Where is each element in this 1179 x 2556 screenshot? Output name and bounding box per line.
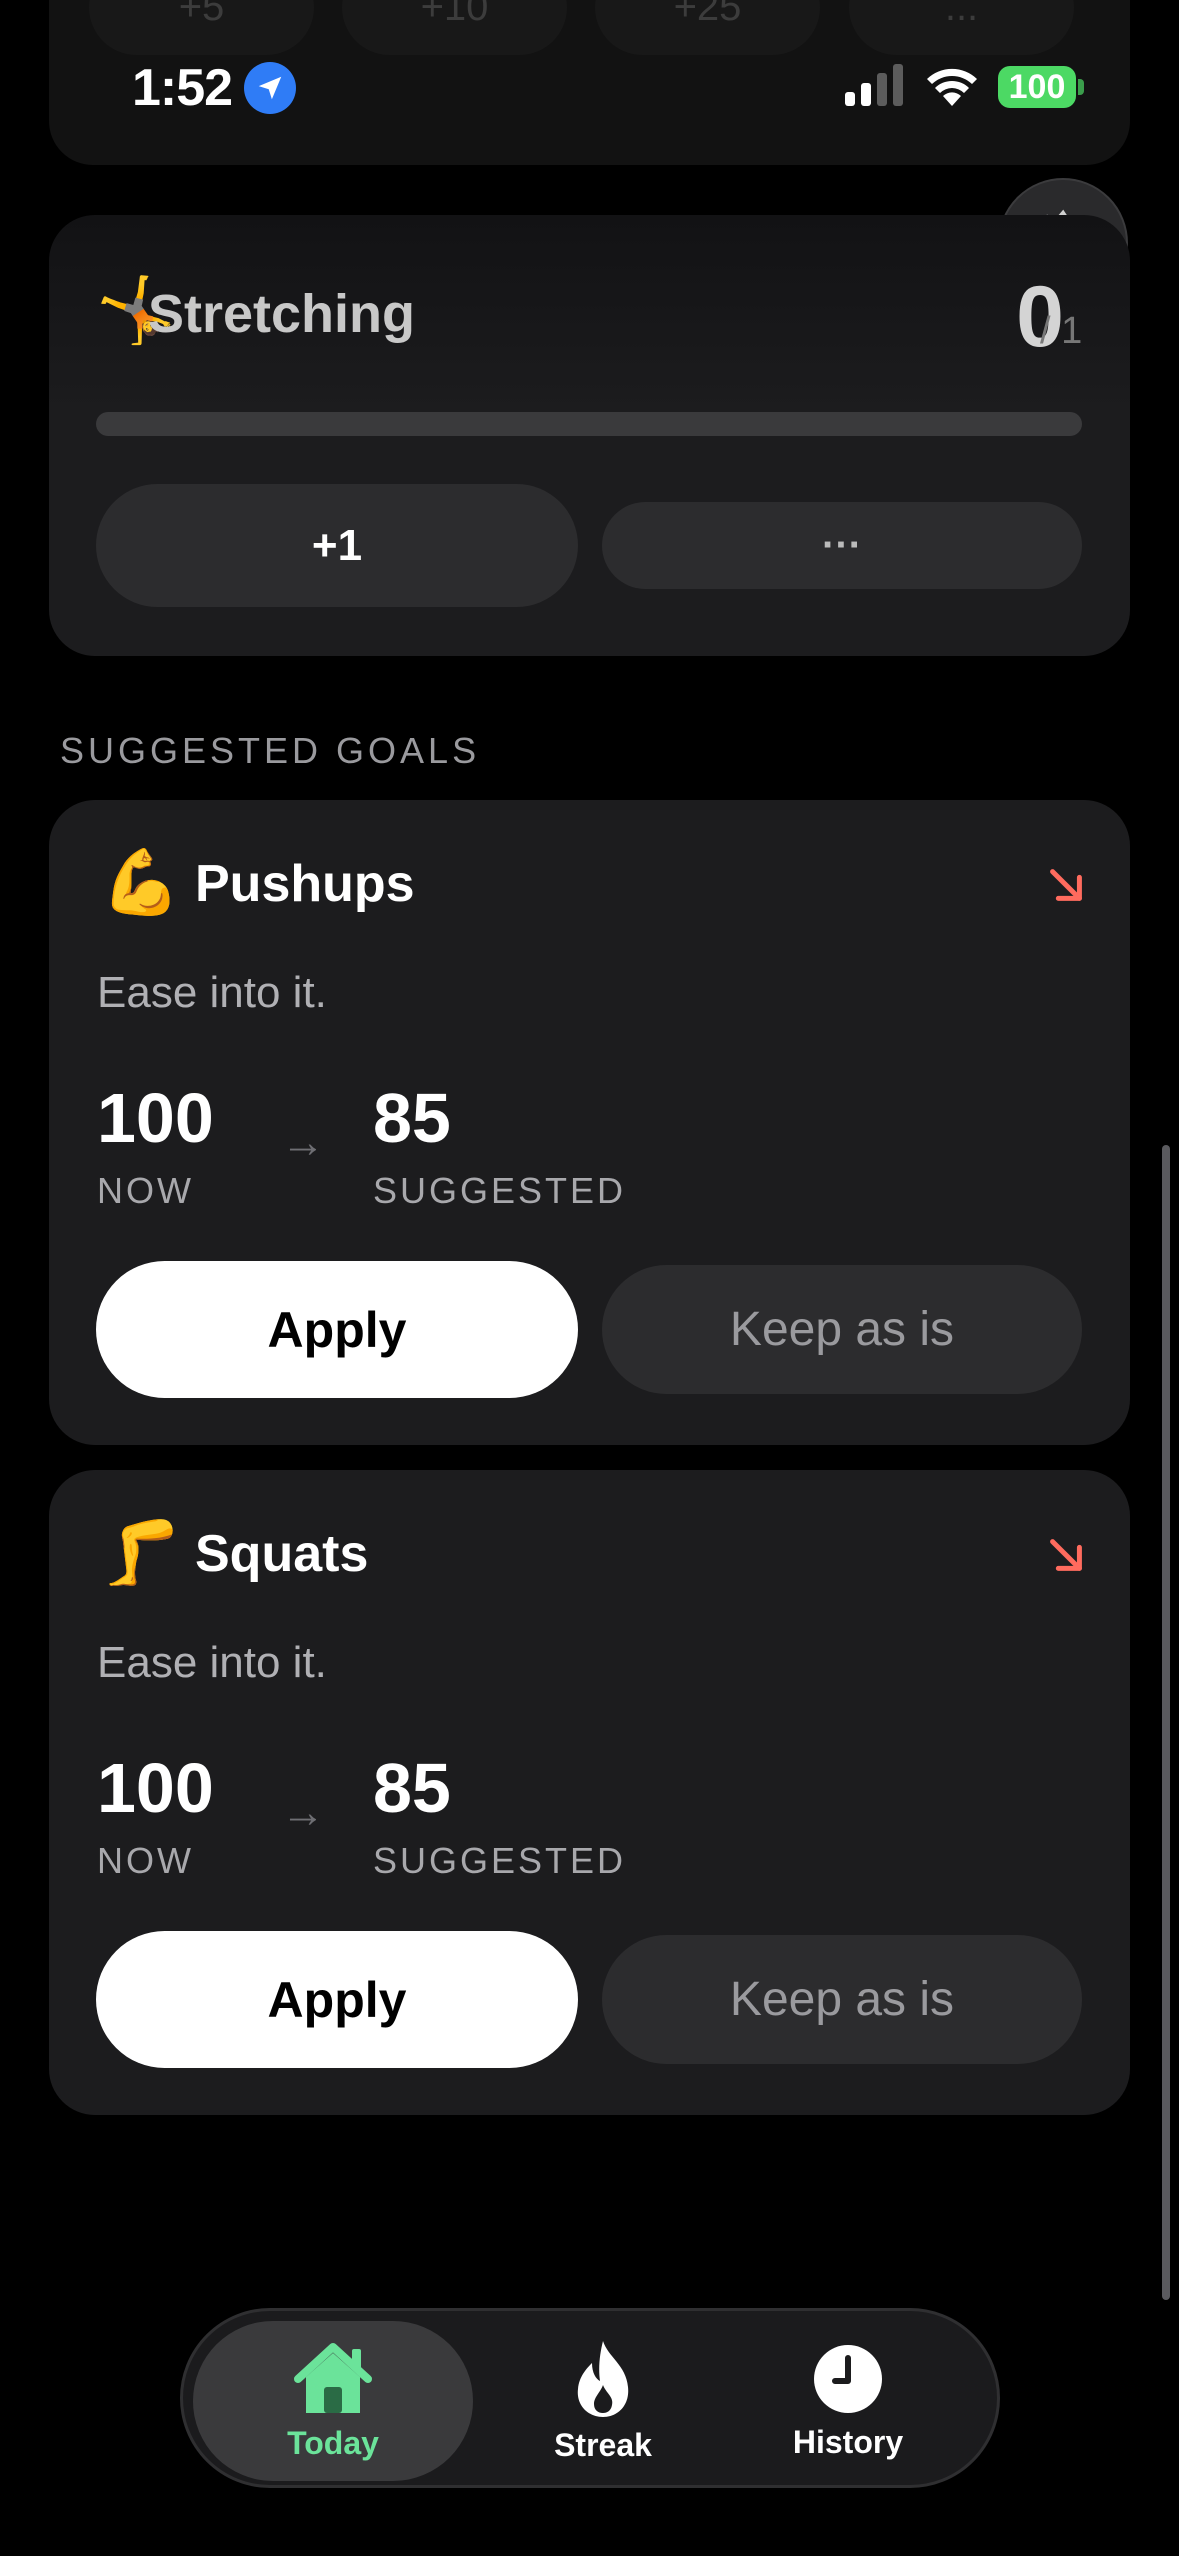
suggestion-card-squats: 🦵 Squats Ease into it. 100 NOW → 85 SUGG… <box>49 1470 1130 2115</box>
keep-as-is-button[interactable]: Keep as is <box>602 1935 1082 2064</box>
now-value: 100 <box>97 1749 214 1827</box>
suggestion-description: Ease into it. <box>97 1638 327 1687</box>
tab-history[interactable]: History <box>753 2321 943 2481</box>
suggested-value: 85 <box>373 1079 451 1157</box>
tab-label-today: Today <box>287 2424 379 2461</box>
suggested-label: SUGGESTED <box>373 1840 627 1881</box>
suggested-label: SUGGESTED <box>373 1170 627 1211</box>
tab-label-streak: Streak <box>554 2426 652 2463</box>
clock-icon <box>814 2344 882 2413</box>
screen: +5 +10 +25 ... 1:52 100 🤸 Stretching 0 /… <box>0 0 1179 2556</box>
increment-button[interactable]: +1 <box>96 484 578 607</box>
more-options-button[interactable]: ··· <box>602 502 1082 589</box>
tab-today[interactable]: Today <box>193 2321 473 2481</box>
battery-indicator: 100 <box>998 66 1076 108</box>
suggestion-card-pushups: 💪 Pushups Ease into it. 100 NOW → 85 SUG… <box>49 800 1130 1445</box>
stretching-progress-bar <box>96 412 1082 436</box>
flame-icon <box>577 2340 629 2417</box>
stretching-title: Stretching <box>148 284 416 344</box>
trend-down-arrow-icon <box>1050 1539 1082 1571</box>
section-heading: SUGGESTED GOALS <box>60 730 481 771</box>
location-arrow-icon <box>244 62 296 114</box>
now-label: NOW <box>97 1840 194 1881</box>
house-icon <box>294 2342 372 2413</box>
tab-bar: Today Streak History <box>180 2308 1000 2488</box>
cellular-signal-icon <box>845 64 903 106</box>
status-time: 1:52 <box>132 59 233 117</box>
trend-down-arrow-icon <box>1050 869 1082 901</box>
stretching-target: / 1 <box>1040 310 1083 352</box>
apply-button[interactable]: Apply <box>96 1261 578 1398</box>
keep-as-is-button[interactable]: Keep as is <box>602 1265 1082 1394</box>
tab-label-history: History <box>792 2423 904 2460</box>
pushups-emoji-icon: 💪 <box>101 846 181 918</box>
battery-tip <box>1078 79 1084 95</box>
status-bar: 1:52 100 <box>0 0 1179 170</box>
suggestion-description: Ease into it. <box>97 968 327 1017</box>
tab-streak[interactable]: Streak <box>513 2321 693 2481</box>
now-label: NOW <box>97 1170 194 1211</box>
squats-emoji-icon: 🦵 <box>101 1516 181 1588</box>
scrollbar[interactable] <box>1162 1145 1170 2300</box>
suggested-value: 85 <box>373 1749 451 1827</box>
apply-button[interactable]: Apply <box>96 1931 578 2068</box>
arrow-right-icon: → <box>281 1118 325 1167</box>
arrow-right-icon: → <box>281 1788 325 1837</box>
suggestion-title: Pushups <box>195 855 415 913</box>
wifi-icon <box>927 68 977 106</box>
suggestion-title: Squats <box>195 1525 369 1583</box>
now-value: 100 <box>97 1079 214 1157</box>
